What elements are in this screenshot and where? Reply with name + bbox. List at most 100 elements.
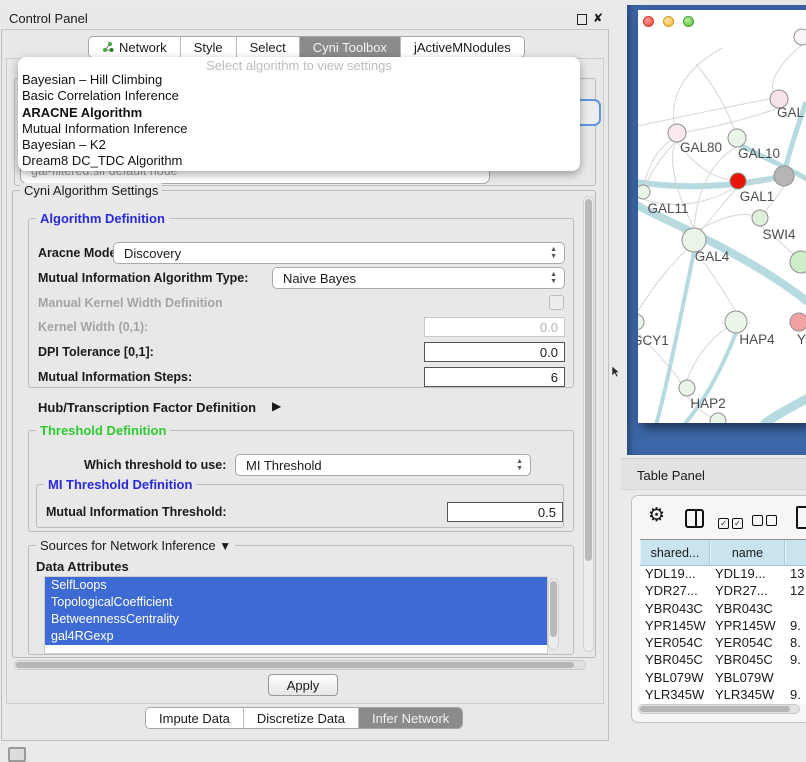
network-canvas[interactable]: GALGAL80GAL10GAL11GAL1SWI4GAL4GCY1HAP4YH… [638, 10, 806, 423]
network-edge[interactable] [638, 99, 770, 130]
network-edge[interactable] [686, 108, 779, 132]
dropdown-item-mutual-information-inference[interactable]: Mutual Information Inference [18, 121, 580, 137]
network-edge[interactable] [694, 214, 760, 232]
which-threshold-value: MI Threshold [246, 458, 322, 473]
table-cell: YLR345W [640, 687, 710, 704]
mi-threshold-value: 0.5 [538, 505, 556, 520]
tab-label: Select [250, 40, 286, 55]
table-cell: YDR27... [640, 583, 710, 600]
table-cell: YBR045C [710, 652, 785, 669]
algorithm-dropdown-list: Select algorithm to view settings Bayesi… [18, 57, 580, 171]
network-edge[interactable] [698, 186, 738, 234]
tab-jactivemnodules[interactable]: jActiveMNodules [401, 37, 524, 57]
node-label-gal1: GAL1 [740, 189, 775, 204]
which-threshold-combo[interactable]: MI Threshold ▲▼ [235, 454, 531, 476]
gear-icon[interactable]: ⚙ [648, 504, 665, 527]
network-node[interactable] [774, 166, 794, 186]
table-panel-card: ⚙ ✓✓ shared...nameA YDL19...YDL19...13YD… [631, 495, 806, 723]
aracne-mode-combo[interactable]: Discovery ▲▼ [113, 242, 565, 264]
dropdown-item-bayesian-hill-climbing[interactable]: Bayesian – Hill Climbing [18, 72, 580, 88]
tab-cyni-toolbox[interactable]: Cyni Toolbox [300, 37, 401, 57]
node-label-gcy1: GCY1 [638, 333, 669, 348]
column-header-a[interactable]: A [785, 540, 806, 565]
network-node[interactable] [794, 29, 806, 45]
table-row[interactable]: YER054CYER054C8. [640, 635, 806, 652]
node-label-hap4: HAP4 [739, 332, 775, 347]
table-row[interactable]: YBR045CYBR045C9. [640, 652, 806, 669]
tab-impute-data[interactable]: Impute Data [146, 708, 244, 728]
attributes-scrollbar[interactable] [548, 578, 559, 650]
column-header-name[interactable]: name [710, 540, 785, 565]
table-row[interactable]: YLR345WYLR345W9. [640, 687, 806, 704]
network-node[interactable] [752, 210, 768, 226]
dpi-tolerance-label: DPI Tolerance [0,1]: [38, 345, 154, 359]
deselect-all-checkboxes-icon[interactable] [752, 513, 780, 531]
table-cell: YER054C [710, 635, 785, 652]
column-header-shared[interactable]: shared... [640, 540, 710, 565]
settings-vertical-scrollbar[interactable] [583, 196, 594, 652]
manual-kernel-width-label: Manual Kernel Width Definition [38, 296, 223, 310]
network-node[interactable] [790, 313, 806, 331]
tab-infer-network[interactable]: Infer Network [359, 708, 462, 728]
network-node[interactable] [725, 311, 747, 333]
table-cell: YBL079W [640, 670, 710, 687]
table-row[interactable]: YDL19...YDL19...13 [640, 566, 806, 583]
tab-label: Discretize Data [257, 711, 345, 726]
apply-button[interactable]: Apply [268, 674, 338, 696]
kernel-width-field[interactable]: 0.0 [424, 317, 565, 337]
tab-style[interactable]: Style [181, 37, 237, 57]
table-row[interactable]: YPR145WYPR145W9. [640, 618, 806, 635]
dropdown-item-dream8-dc-tdc-algorithm[interactable]: Dream8 DC_TDC Algorithm [18, 153, 580, 169]
tab-label: Impute Data [159, 711, 230, 726]
columns-icon[interactable] [685, 509, 704, 528]
tab-network[interactable]: Network [89, 37, 181, 57]
float-window-icon[interactable] [577, 14, 587, 25]
tab-select[interactable]: Select [237, 37, 300, 57]
network-node[interactable] [710, 413, 726, 423]
dropdown-items: Bayesian – Hill ClimbingBasic Correlatio… [18, 72, 580, 170]
table-row[interactable]: YDR27...YDR27...12 [640, 583, 806, 600]
attribute-item-selfloops[interactable]: SelfLoops [45, 577, 547, 594]
node-label-gal10: GAL10 [738, 146, 780, 161]
close-icon[interactable]: ✘ [593, 11, 603, 25]
dropdown-item-aracne-algorithm[interactable]: ARACNE Algorithm [18, 105, 580, 121]
network-node[interactable] [730, 173, 746, 189]
table-cell: YDL19... [710, 566, 785, 583]
network-edge[interactable] [696, 64, 737, 138]
settings-horizontal-scrollbar[interactable] [14, 660, 586, 670]
which-threshold-label: Which threshold to use: [84, 458, 226, 472]
network-node[interactable] [679, 380, 695, 396]
dropdown-item-basic-correlation-inference[interactable]: Basic Correlation Inference [18, 88, 580, 104]
tab-discretize-data[interactable]: Discretize Data [244, 708, 359, 728]
hub-definition-label: Hub/Transcription Factor Definition [38, 400, 256, 415]
network-edge[interactable] [638, 248, 688, 314]
mi-algorithm-type-combo[interactable]: Naive Bayes ▲▼ [272, 267, 565, 289]
network-node[interactable] [638, 314, 644, 330]
threshold-definition-title: Threshold Definition [36, 423, 170, 438]
manual-kernel-width-checkbox[interactable] [549, 295, 564, 310]
expand-right-icon[interactable]: ▶ [272, 399, 281, 413]
attribute-item-betweennesscentrality[interactable]: BetweennessCentrality [45, 611, 547, 628]
panel-title: Control Panel [9, 11, 88, 26]
network-edge[interactable] [763, 398, 806, 423]
collapse-down-icon[interactable]: ▼ [219, 539, 231, 553]
mi-threshold-group-title: MI Threshold Definition [44, 477, 196, 492]
combo-arrows-icon: ▲▼ [550, 271, 557, 285]
tab-label: Style [194, 40, 223, 55]
settings-group-title: Cyni Algorithm Settings [20, 183, 162, 198]
dpi-tolerance-field[interactable]: 0.0 [424, 342, 565, 362]
table-horizontal-scrollbar[interactable] [638, 704, 800, 714]
bottom-tabbar: Impute Data Discretize Data Infer Network [145, 707, 463, 729]
dropdown-item-bayesian-k2[interactable]: Bayesian – K2 [18, 137, 580, 153]
mi-steps-field[interactable]: 6 [424, 367, 565, 387]
attribute-item-gal4rgexp[interactable]: gal4RGexp [45, 628, 547, 645]
attribute-item-topologicalcoefficient[interactable]: TopologicalCoefficient [45, 594, 547, 611]
docked-window-icon[interactable] [8, 747, 26, 762]
network-node[interactable] [728, 129, 746, 147]
table-row[interactable]: YBR043CYBR043C [640, 601, 806, 618]
select-all-checkboxes-icon[interactable]: ✓✓ [718, 513, 746, 531]
table-row[interactable]: YBL079WYBL079W [640, 670, 806, 687]
file-icon[interactable] [796, 506, 806, 529]
mi-threshold-field[interactable]: 0.5 [447, 502, 563, 522]
network-node[interactable] [638, 185, 650, 199]
